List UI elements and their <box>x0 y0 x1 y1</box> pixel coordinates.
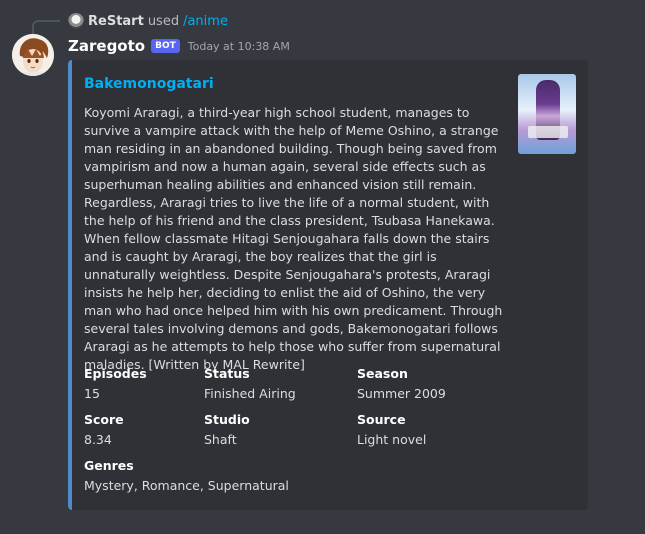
field-studio: Studio Shaft <box>204 410 250 450</box>
field-genres: Genres Mystery, Romance, Supernatural <box>84 456 289 496</box>
field-source: Source Light novel <box>357 410 426 450</box>
reply-connector-line <box>32 20 60 34</box>
field-season: Season Summer 2009 <box>357 364 446 404</box>
embed-thumbnail[interactable] <box>518 74 576 154</box>
field-score-value: 8.34 <box>84 432 112 447</box>
embed-description: Koyomi Araragi, a third-year high school… <box>84 105 503 372</box>
message-timestamp[interactable]: Today at 10:38 AM <box>188 40 290 53</box>
reply-user-avatar[interactable] <box>68 13 84 29</box>
field-studio-name: Studio <box>204 412 250 427</box>
field-source-name: Source <box>357 412 406 427</box>
reply-username[interactable]: ReStart <box>88 14 144 29</box>
field-episodes-value: 15 <box>84 386 100 401</box>
field-season-value: Summer 2009 <box>357 386 446 401</box>
reply-command[interactable]: /anime <box>183 14 228 29</box>
bot-badge: BOT <box>151 39 180 53</box>
field-status-value: Finished Airing <box>204 386 296 401</box>
field-studio-value: Shaft <box>204 432 237 447</box>
message-header: Zaregoto BOT Today at 10:38 AM <box>68 36 290 56</box>
field-score-name: Score <box>84 412 124 427</box>
embed-title[interactable]: Bakemonogatari <box>84 76 214 92</box>
anime-embed: Bakemonogatari Koyomi Araragi, a third-y… <box>68 60 588 510</box>
thumbnail-logo <box>528 126 568 138</box>
field-source-value: Light novel <box>357 432 427 447</box>
field-episodes: Episodes 15 <box>84 364 147 404</box>
field-status: Status Finished Airing <box>204 364 296 404</box>
field-genres-value: Mystery, Romance, Supernatural <box>84 478 289 493</box>
field-season-name: Season <box>357 366 408 381</box>
field-episodes-name: Episodes <box>84 366 147 381</box>
reply-used-text: used <box>147 13 180 29</box>
bot-avatar[interactable] <box>12 34 54 76</box>
field-score: Score 8.34 <box>84 410 124 450</box>
field-genres-name: Genres <box>84 458 134 473</box>
reply-context: ReStart used /anime <box>68 12 228 30</box>
field-status-name: Status <box>204 366 250 381</box>
message-username[interactable]: Zaregoto <box>68 37 145 55</box>
